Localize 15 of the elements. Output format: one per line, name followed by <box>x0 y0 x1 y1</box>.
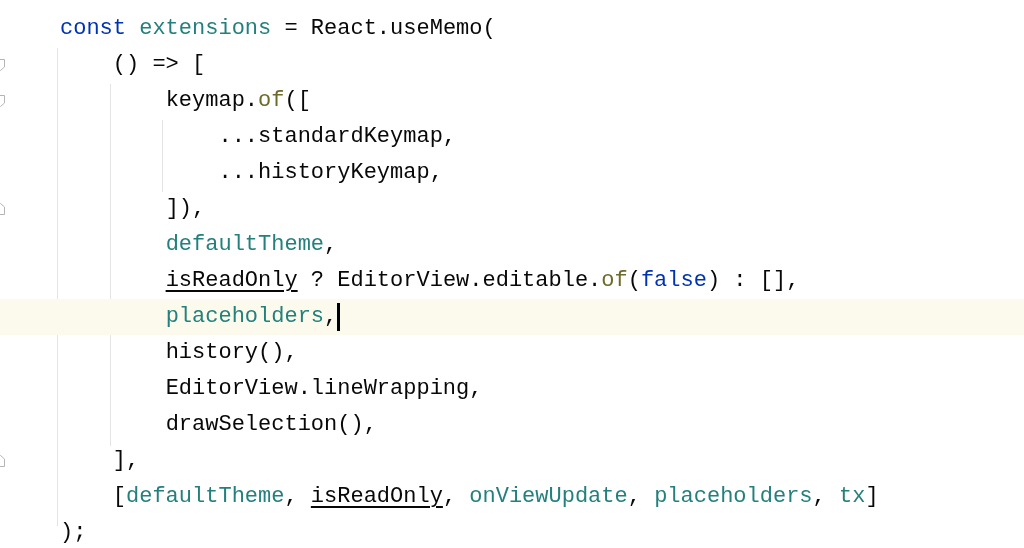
code-line: defaultTheme, <box>164 231 338 259</box>
code-line: keymap.of([ <box>164 87 311 115</box>
code-line: ...standardKeymap, <box>217 123 457 151</box>
code-line: ], <box>111 447 140 475</box>
code-line: placeholders, <box>164 303 338 331</box>
code-line: isReadOnly ? EditorView.editable.of(false) : [], <box>164 267 800 295</box>
code-line: history(), <box>164 339 298 367</box>
code-line: [defaultTheme, isReadOnly, onViewUpdate, placeholders, tx] <box>111 483 879 511</box>
code-line: const extensions = React.useMemo( <box>60 15 496 43</box>
code-line: ]), <box>164 195 206 223</box>
code-line: ...historyKeymap, <box>217 159 443 187</box>
code-line: () => [ <box>111 51 206 79</box>
code-line: ); <box>60 519 87 547</box>
code-line: EditorView.lineWrapping, <box>164 375 483 403</box>
code-line: drawSelection(), <box>164 411 377 439</box>
